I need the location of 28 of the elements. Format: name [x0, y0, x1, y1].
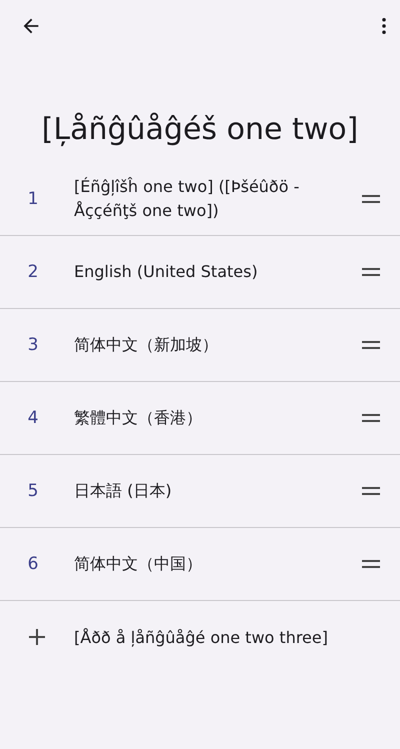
- language-number: 3: [26, 335, 40, 355]
- language-name: English (United States): [74, 261, 259, 283]
- drag-handle-icon[interactable]: [362, 559, 380, 569]
- page-title: [Ļåñĝûåĝéš one two]: [40, 112, 360, 147]
- language-name: 繁體中文（香港）: [74, 407, 203, 429]
- language-number: 5: [26, 481, 40, 501]
- language-item[interactable]: 3 简体中文（新加坡）: [0, 309, 400, 382]
- language-name: 简体中文（中国）: [74, 553, 203, 575]
- language-item[interactable]: 2 English (United States): [0, 236, 400, 309]
- more-vert-icon: [382, 18, 386, 34]
- language-item[interactable]: 5 日本語 (日本): [0, 455, 400, 528]
- language-name: [Éñĝļîšĥ one two] ([Þšéûðö - Åççéñţš one two]): [74, 176, 300, 222]
- language-name: 简体中文（新加坡）: [74, 334, 219, 356]
- drag-handle-icon[interactable]: [362, 194, 380, 204]
- language-name: 日本語 (日本): [74, 480, 173, 502]
- drag-handle-icon[interactable]: [362, 340, 380, 350]
- language-number: 2: [26, 262, 40, 282]
- language-number: 4: [26, 408, 40, 428]
- language-number: 1: [26, 189, 40, 209]
- drag-handle-icon[interactable]: [362, 413, 380, 423]
- plus-icon: [28, 628, 46, 646]
- drag-handle-icon[interactable]: [362, 267, 380, 277]
- language-item[interactable]: 6 简体中文（中国）: [0, 528, 400, 601]
- drag-handle-icon[interactable]: [362, 486, 380, 496]
- language-number: 6: [26, 554, 40, 574]
- add-language-button[interactable]: [Åðð å ļåñĝûåĝé one two three]: [0, 601, 400, 673]
- language-item[interactable]: 4 繁體中文（香港）: [0, 382, 400, 455]
- language-item[interactable]: 1 [Éñĝļîšĥ one two] ([Þšéûðö - Åççéñţš one two]): [0, 163, 400, 236]
